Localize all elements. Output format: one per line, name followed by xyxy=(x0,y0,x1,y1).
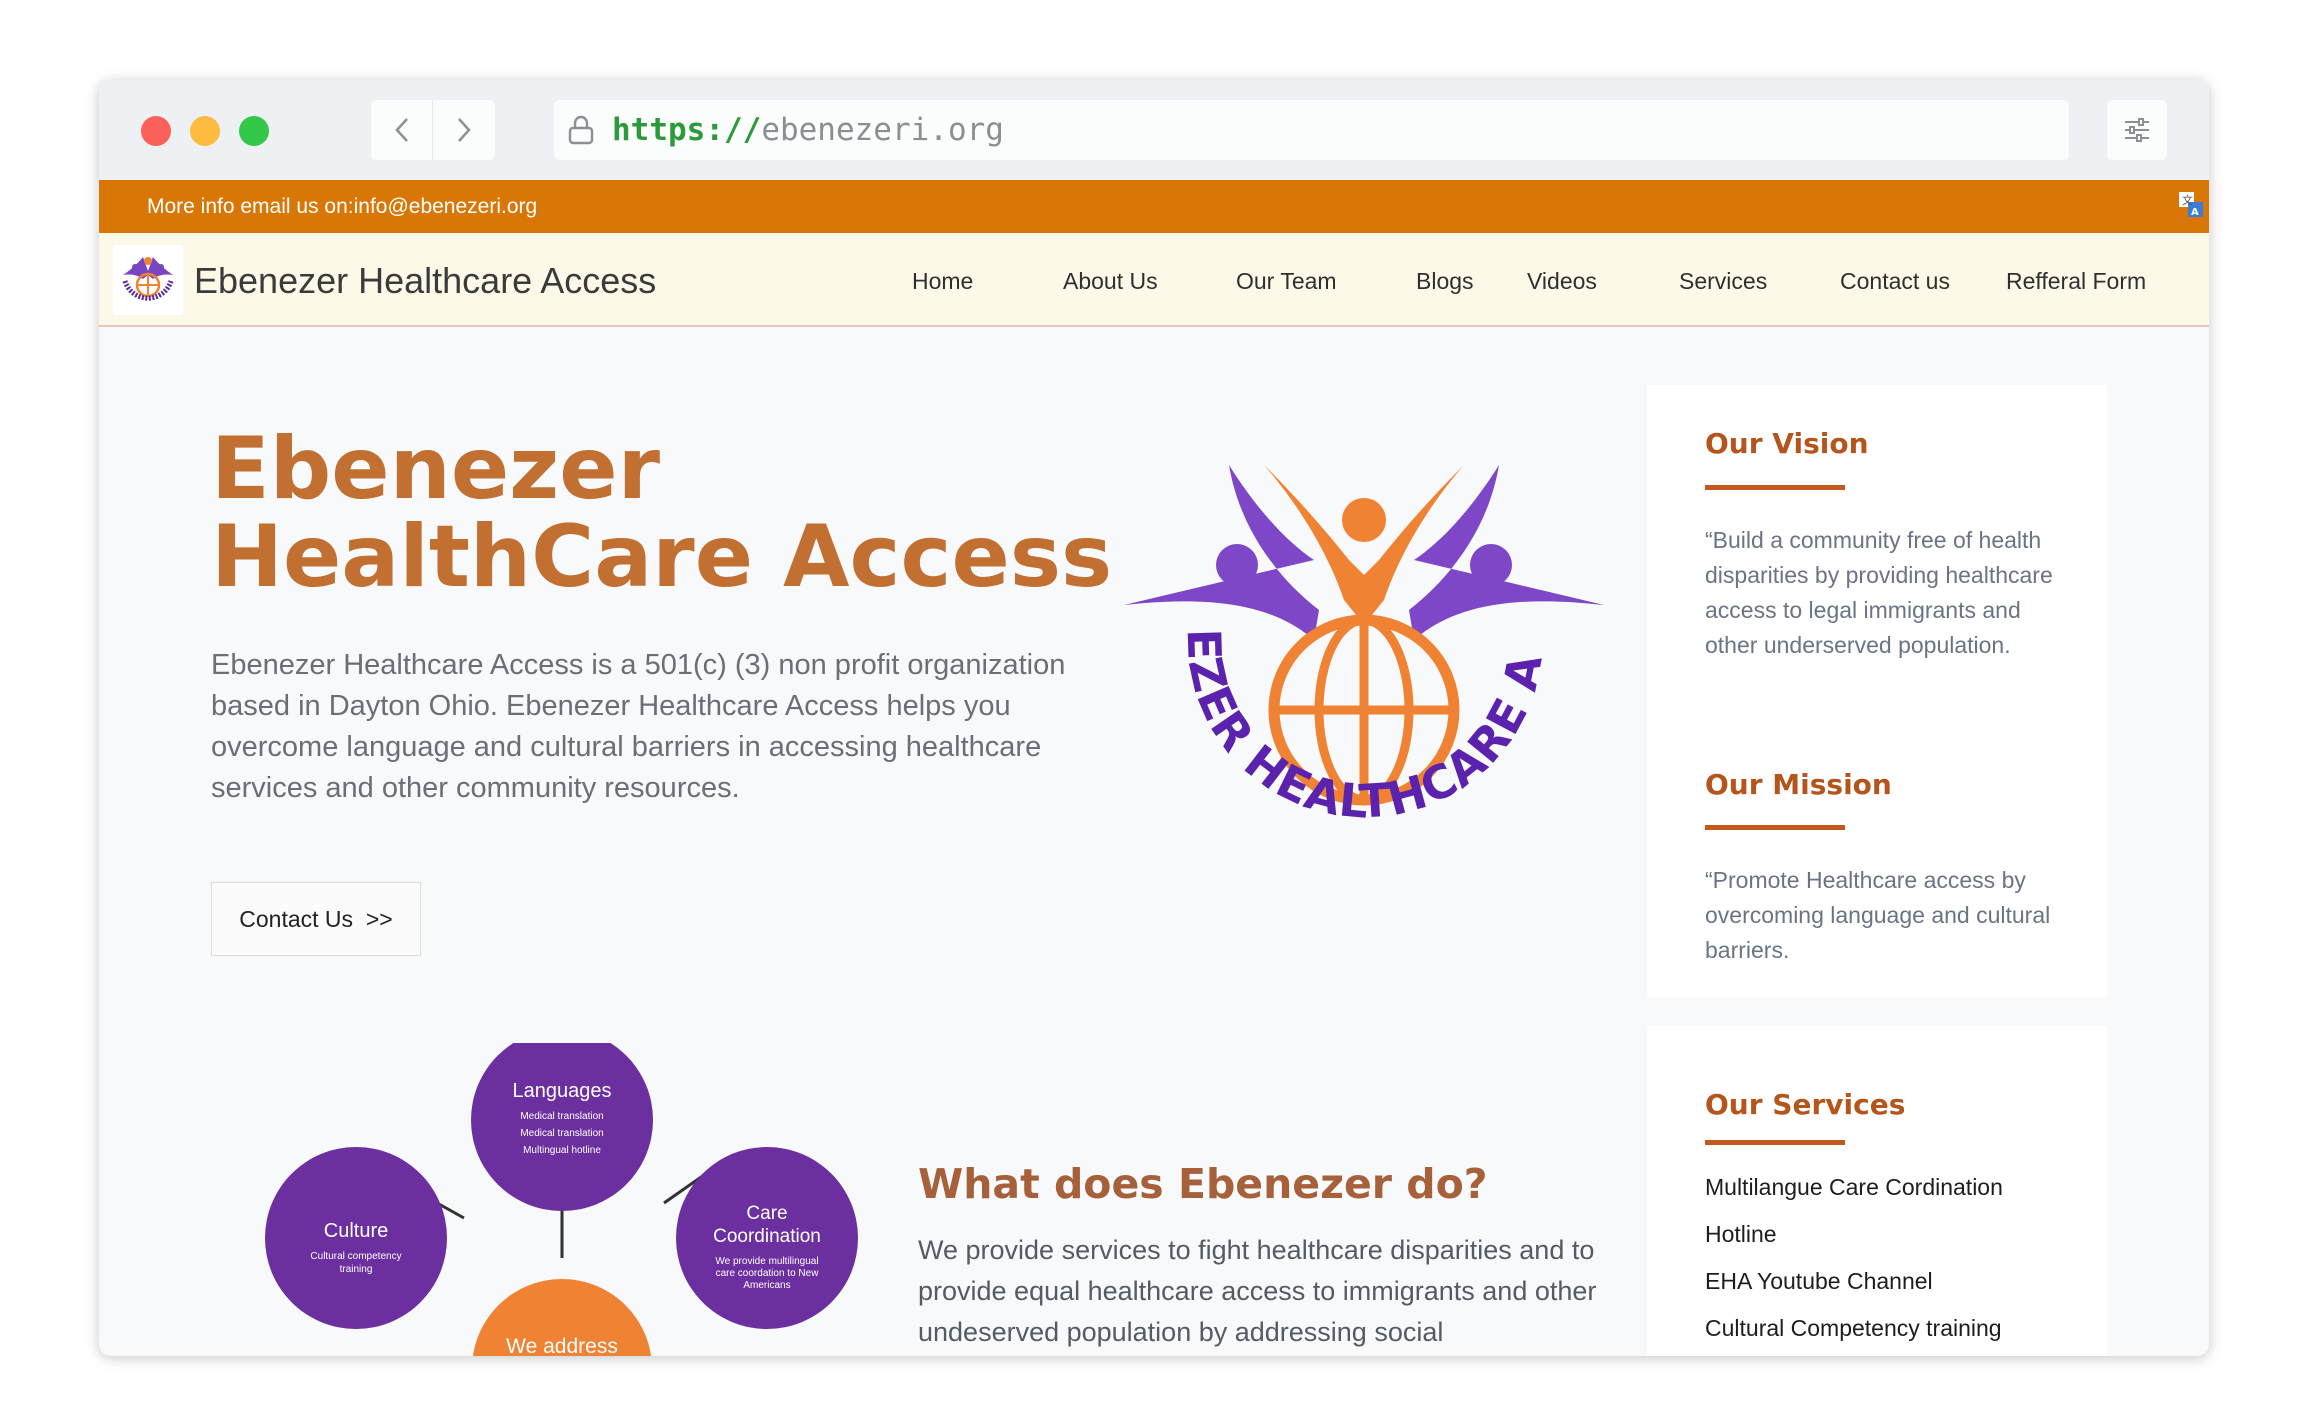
service-link-youtube[interactable]: EHA Youtube Channel xyxy=(1705,1268,1933,1295)
minimize-window-button[interactable] xyxy=(190,116,220,146)
mission-divider xyxy=(1705,825,1845,830)
services-diagram: Languages Medical translation Medical tr… xyxy=(265,1043,858,1356)
nav-services[interactable]: Services xyxy=(1679,268,1767,295)
vision-title: Our Vision xyxy=(1705,427,1869,460)
hero-title: Ebenezer HealthCare Access xyxy=(211,425,1112,601)
what-we-do-text: We provide services to fight healthcare … xyxy=(918,1235,1597,1347)
culture-title: Culture xyxy=(324,1220,388,1242)
we-address-label: We address xyxy=(506,1335,618,1356)
settings-button[interactable] xyxy=(2107,100,2167,160)
culture-line2: training xyxy=(340,1264,373,1275)
forward-button[interactable] xyxy=(433,100,495,160)
what-we-do-title: What does Ebenezer do? xyxy=(918,1160,1488,1208)
languages-line2: Medical translation xyxy=(520,1128,603,1139)
nav-videos[interactable]: Videos xyxy=(1527,268,1597,295)
logo-ring-text: EBENEZER HEALTHCARE ACCESS xyxy=(1124,465,1553,829)
hero-title-line1: Ebenezer xyxy=(211,419,660,519)
lock-icon xyxy=(568,115,594,145)
svg-text:文: 文 xyxy=(2182,193,2193,207)
chevron-right-icon xyxy=(458,118,471,142)
nav-home[interactable]: Home xyxy=(912,268,973,295)
browser-window: https://ebenezeri.org More info email us… xyxy=(99,80,2209,1356)
vision-divider xyxy=(1705,485,1845,490)
url-scheme: https:// xyxy=(612,112,762,148)
vision-mission-card: Our Vision “Build a community free of he… xyxy=(1647,385,2107,997)
nav-about-us[interactable]: About Us xyxy=(1063,268,1158,295)
close-window-button[interactable] xyxy=(141,116,171,146)
translate-icon[interactable]: 文 A xyxy=(2179,192,2203,218)
url-host: ebenezeri.org xyxy=(761,112,1004,148)
browser-toolbar: https://ebenezeri.org xyxy=(99,80,2209,180)
back-button[interactable] xyxy=(371,100,433,160)
service-link-hotline[interactable]: Hotline xyxy=(1705,1221,1777,1248)
culture-line1: Cultural competency xyxy=(310,1251,401,1262)
languages-title: Languages xyxy=(513,1080,612,1102)
contact-us-button[interactable]: Contact Us >> xyxy=(211,882,421,956)
brand-logo[interactable] xyxy=(113,245,183,315)
site-navbar: Ebenezer Healthcare Access Home About Us… xyxy=(99,233,2209,327)
sliders-icon xyxy=(2125,118,2149,142)
nav-blogs[interactable]: Blogs xyxy=(1416,268,1474,295)
care-line1: We provide multilingual xyxy=(715,1256,818,1267)
hero-title-line2: HealthCare Access xyxy=(211,507,1113,607)
history-buttons xyxy=(371,100,495,160)
info-bar: More info email us on:info@ebenezeri.org… xyxy=(99,180,2209,233)
maximize-window-button[interactable] xyxy=(239,116,269,146)
languages-circle xyxy=(471,1043,653,1211)
nav-our-team[interactable]: Our Team xyxy=(1236,268,1337,295)
hero-description: Ebenezer Healthcare Access is a 501(c) (… xyxy=(211,649,1066,804)
mission-title: Our Mission xyxy=(1705,768,1892,801)
vision-text: “Build a community free of health dispar… xyxy=(1705,527,2053,658)
nav-referral-form[interactable]: Refferal Form xyxy=(2006,268,2146,295)
mission-text: “Promote Healthcare access by overcoming… xyxy=(1705,867,2051,963)
care-title-line1: Care xyxy=(746,1203,787,1224)
care-line3: Americans xyxy=(743,1280,790,1291)
svg-text:A: A xyxy=(2191,207,2199,218)
info-email-text: More info email us on:info@ebenezeri.org xyxy=(147,194,538,218)
nav-contact-us[interactable]: Contact us xyxy=(1840,268,1950,295)
brand-name[interactable]: Ebenezer Healthcare Access xyxy=(194,260,656,302)
services-divider xyxy=(1705,1140,1845,1145)
care-title-line2: Coordination xyxy=(713,1226,821,1247)
service-link-care-coordination[interactable]: Multilangue Care Cordination xyxy=(1705,1174,2003,1201)
address-bar[interactable]: https://ebenezeri.org xyxy=(554,100,2069,160)
languages-line3: Multingual hotline xyxy=(523,1145,601,1156)
ebenezer-logo: EBENEZER HEALTHCARE ACCESS xyxy=(1124,465,1604,829)
service-link-cultural-training[interactable]: Cultural Competency training xyxy=(1705,1315,2002,1342)
care-line2: care coordation to New xyxy=(716,1268,820,1279)
services-card: Our Services Multilangue Care Cordinatio… xyxy=(1647,1026,2107,1356)
languages-line1: Medical translation xyxy=(520,1111,603,1122)
chevron-left-icon xyxy=(394,118,408,142)
url-text: https://ebenezeri.org xyxy=(612,112,1004,148)
services-title: Our Services xyxy=(1705,1088,1906,1121)
